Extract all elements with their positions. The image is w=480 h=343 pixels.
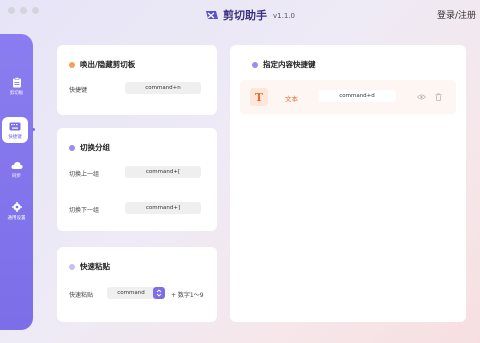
sidebar-item-clipboard[interactable]: 剪切板 [0,76,33,96]
orange-dot-icon [69,61,75,68]
content-shortcut-entry[interactable]: T 文本 command+d [240,80,456,114]
quick-paste-card: 快速粘贴 快速粘贴 command + 数字1～9 [57,247,217,322]
minimize-window-button[interactable] [20,7,27,14]
login-register-link[interactable]: 登录/注册 [437,8,476,21]
entry-type-label: 文本 [285,95,298,103]
entry-key-field[interactable]: command+d [318,90,396,102]
card-title: 切换分组 [69,142,110,153]
zoom-window-button[interactable] [32,7,39,14]
app-version: v1.1.0 [273,12,295,20]
cloud-icon [10,159,23,171]
sidebar-item-shortcuts[interactable]: 快捷键 [2,117,28,143]
sidebar-item-label: 同步 [12,174,21,179]
keyboard-icon [9,120,21,132]
next-group-key-field[interactable]: command+] [125,202,201,214]
modifier-select-stepper[interactable] [153,287,165,299]
scissors-logo-icon [206,11,218,19]
next-group-label: 切换下一组 [69,207,100,214]
close-window-button[interactable] [8,7,15,14]
shortcut-label: 快捷键 [69,87,88,94]
trash-icon[interactable] [433,92,443,102]
light-purple-dot-icon [69,263,75,270]
window-controls [8,7,39,14]
sidebar-item-label: 快捷键 [8,135,22,140]
text-type-icon: T [250,88,268,106]
sidebar-item-label: 通用设置 [7,216,26,221]
card-title: 唤出/隐藏剪切板 [69,59,135,70]
previous-group-key-field[interactable]: command+[ [125,166,201,178]
toggle-clipboard-card: 唤出/隐藏剪切板 快捷键 command+n [57,45,217,115]
eye-icon[interactable] [416,92,426,102]
sidebar-item-label: 剪切板 [9,91,24,96]
clipboard-icon [11,76,23,88]
card-title: 指定内容快捷键 [252,59,316,70]
app-title: 剪切助手 v1.1.0 [205,7,295,23]
sidebar-item-sync[interactable]: 同步 [0,159,33,179]
app-name: 剪切助手 [223,9,267,22]
sidebar: 剪切板 快捷键 同步 通用设置 [0,34,33,330]
previous-group-label: 切换上一组 [69,171,100,178]
gear-icon [11,201,23,213]
quick-paste-label: 快速粘贴 [69,292,94,299]
number-range-hint: + 数字1～9 [171,292,204,299]
up-down-chevron-icon [156,289,162,297]
toggle-clipboard-title: 唤出/隐藏剪切板 [80,60,136,69]
toggle-clipboard-key-field[interactable]: command+n [125,82,201,94]
switch-group-card: 切换分组 切换上一组 command+[ 切换下一组 command+] [57,128,217,231]
purple-dot-icon [69,144,75,151]
sidebar-item-general-settings[interactable]: 通用设置 [0,201,33,221]
purple-dot-icon [252,61,258,68]
switch-group-title: 切换分组 [80,143,110,152]
quick-paste-modifier-field[interactable]: command [107,287,155,299]
content-shortcut-title: 指定内容快捷键 [263,60,316,69]
card-title: 快速粘贴 [69,261,110,272]
active-indicator-dot [32,128,35,131]
quick-paste-title: 快速粘贴 [80,262,110,271]
